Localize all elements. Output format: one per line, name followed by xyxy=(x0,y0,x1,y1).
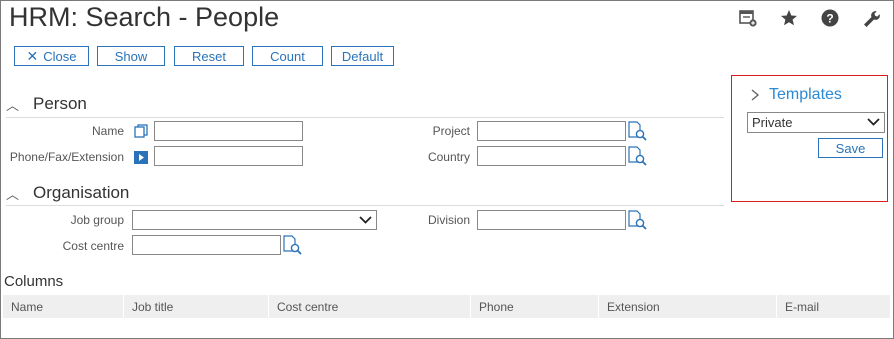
column-header-email[interactable]: E-mail xyxy=(776,295,890,318)
chevron-down-icon xyxy=(867,115,880,131)
templates-save-button[interactable]: Save xyxy=(818,138,883,158)
name-input[interactable] xyxy=(154,121,303,141)
columns-heading: Columns xyxy=(4,273,64,290)
organisation-divider xyxy=(6,205,724,206)
help-icon[interactable]: ? xyxy=(820,8,840,28)
column-header-name[interactable]: Name xyxy=(2,295,122,318)
templates-select[interactable]: Private xyxy=(747,112,885,133)
chevron-up-icon: ︿ xyxy=(6,186,20,202)
chevron-right-icon xyxy=(750,88,762,102)
copy-icon[interactable] xyxy=(134,124,148,138)
show-button[interactable]: Show xyxy=(97,46,165,66)
calendar-add-icon[interactable] xyxy=(738,8,758,28)
phone-label: Phone/Fax/Extension xyxy=(9,150,124,164)
wrench-icon[interactable] xyxy=(861,8,881,28)
templates-heading: Templates xyxy=(769,86,842,103)
division-input[interactable] xyxy=(477,210,626,230)
count-button[interactable]: Count xyxy=(252,46,323,66)
division-label: Division xyxy=(427,213,470,227)
column-header-cost-centre[interactable]: Cost centre xyxy=(268,295,470,318)
job-group-select[interactable] xyxy=(132,210,377,230)
name-label: Name xyxy=(91,124,124,138)
division-lookup-icon[interactable] xyxy=(627,210,647,230)
organisation-section-toggle[interactable]: ︿ Organisation xyxy=(6,183,129,203)
templates-selected-value: Private xyxy=(752,115,793,130)
cost-centre-label: Cost centre xyxy=(62,239,124,253)
person-heading: Person xyxy=(33,94,87,113)
page-title: HRM: Search - People xyxy=(9,2,280,32)
svg-text:?: ? xyxy=(826,12,833,26)
organisation-heading: Organisation xyxy=(33,183,130,202)
close-button[interactable]: ✕ Close xyxy=(14,46,89,66)
job-group-label: Job group xyxy=(70,213,124,227)
star-icon[interactable] xyxy=(779,8,799,28)
person-divider xyxy=(6,117,724,118)
country-input[interactable] xyxy=(477,146,626,166)
cost-centre-lookup-icon[interactable] xyxy=(282,235,302,255)
close-icon: ✕ xyxy=(26,47,39,64)
columns-header-row: Name Job title Cost centre Phone Extensi… xyxy=(2,295,890,318)
project-lookup-icon[interactable] xyxy=(627,121,647,141)
cost-centre-input[interactable] xyxy=(132,235,281,255)
country-label: Country xyxy=(427,150,470,164)
close-label: Close xyxy=(43,48,77,64)
project-input[interactable] xyxy=(477,121,626,141)
templates-toggle[interactable]: Templates xyxy=(750,86,842,104)
play-icon[interactable] xyxy=(134,151,148,165)
person-section-toggle[interactable]: ︿ Person xyxy=(6,94,87,114)
column-header-job-title[interactable]: Job title xyxy=(123,295,268,318)
column-header-extension[interactable]: Extension xyxy=(598,295,776,318)
phone-input[interactable] xyxy=(154,146,303,166)
country-lookup-icon[interactable] xyxy=(627,146,647,166)
column-header-phone[interactable]: Phone xyxy=(470,295,598,318)
chevron-up-icon: ︿ xyxy=(6,97,20,113)
chevron-down-icon xyxy=(359,213,372,229)
reset-button[interactable]: Reset xyxy=(174,46,244,66)
default-button[interactable]: Default xyxy=(331,46,394,66)
project-label: Project xyxy=(432,124,470,138)
